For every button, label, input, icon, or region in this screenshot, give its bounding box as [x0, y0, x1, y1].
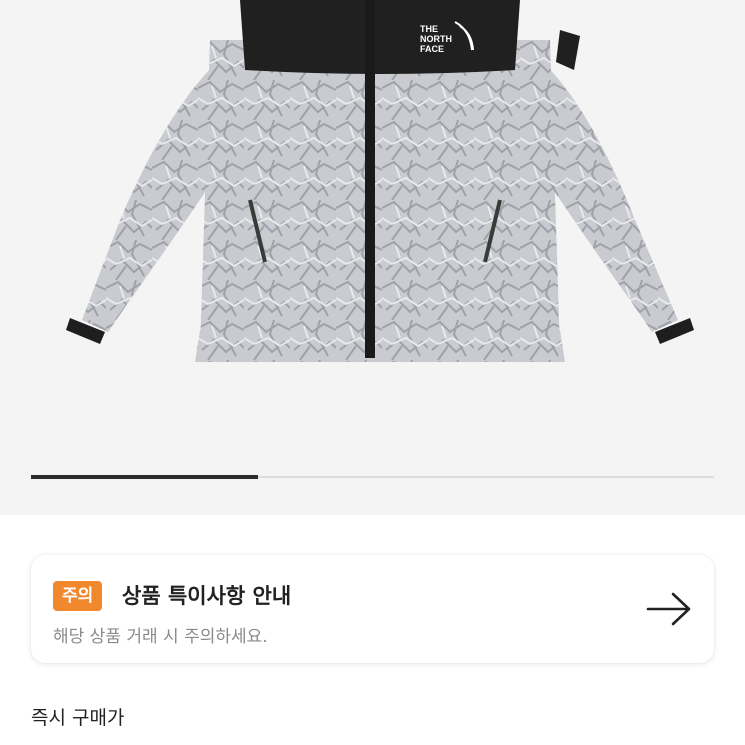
notice-card[interactable]: 주의 상품 특이사항 안내 해당 상품 거래 시 주의하세요.	[31, 555, 714, 663]
product-image: THE NORTH FACE	[66, 0, 694, 362]
carousel-indicator-progress	[31, 475, 259, 479]
brand-logo-line2: NORTH	[420, 34, 452, 44]
instant-buy-price-label: 즉시 구매가	[31, 707, 125, 729]
caution-badge: 주의	[53, 581, 103, 611]
notice-title: 상품 특이사항 안내	[122, 584, 292, 608]
product-info-sheet: 주의 상품 특이사항 안내 해당 상품 거래 시 주의하세요. 즉시 구매가	[0, 515, 745, 745]
carousel-indicator-track	[31, 475, 714, 479]
brand-logo-line3: FACE	[420, 44, 444, 54]
notice-subtitle: 해당 상품 거래 시 주의하세요.	[53, 627, 268, 647]
arrow-right-icon[interactable]	[646, 591, 692, 627]
product-image-gallery[interactable]: THE NORTH FACE	[0, 0, 745, 515]
brand-logo-line1: THE	[420, 24, 438, 34]
